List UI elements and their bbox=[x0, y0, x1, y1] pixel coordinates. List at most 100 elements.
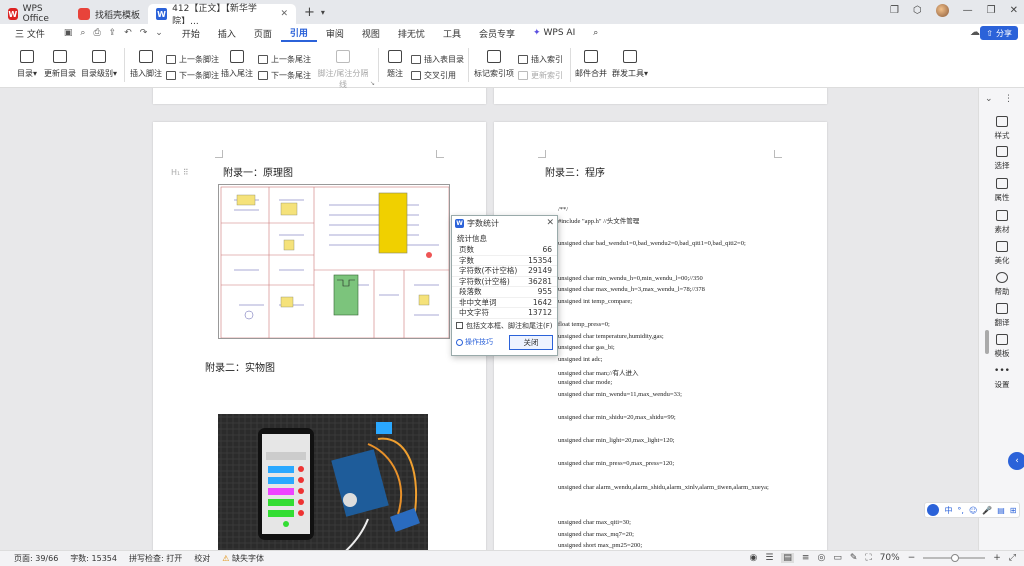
prev-endnote-button[interactable]: 上一条尾注 bbox=[258, 53, 311, 66]
sidebar-item-style[interactable]: 样式 bbox=[979, 116, 1024, 141]
sidebar-item-translate[interactable]: 翻译 bbox=[979, 303, 1024, 328]
redo-icon[interactable]: ↷ bbox=[140, 28, 148, 38]
list-icon[interactable]: ≡ bbox=[802, 553, 810, 563]
expand-icon[interactable]: ↘ bbox=[370, 80, 375, 87]
missing-font-warning[interactable]: ⚠ 缺失字体 bbox=[216, 553, 270, 564]
close-window-icon[interactable]: ✕ bbox=[1010, 5, 1018, 16]
chevron-down-icon[interactable]: ⌄ bbox=[985, 94, 993, 104]
page-indicator[interactable]: 页面: 39/66 bbox=[8, 553, 64, 564]
caption-button[interactable]: 题注 bbox=[384, 42, 406, 79]
print-preview-icon[interactable]: ⌕ bbox=[80, 28, 85, 38]
sidebar-item-settings[interactable]: ••• 设置 bbox=[979, 366, 1024, 390]
zoom-in-icon[interactable]: + bbox=[993, 553, 1001, 563]
sidebar-item-select[interactable]: 选择 bbox=[979, 146, 1024, 171]
sidebar-item-beautify[interactable]: 美化 bbox=[979, 241, 1024, 266]
tab-template[interactable]: 找稻壳模板 bbox=[70, 4, 148, 24]
sidebar-item-material[interactable]: 素材 bbox=[979, 210, 1024, 235]
footnote-separator-button[interactable]: 脚注/尾注分隔线 bbox=[314, 42, 372, 90]
prev-footnote-button[interactable]: 上一条脚注 bbox=[166, 53, 219, 66]
box-icon[interactable]: ⬡ bbox=[913, 5, 922, 16]
ime-punctuation[interactable]: °, bbox=[957, 506, 964, 515]
collapse-panel-button[interactable]: ‹ bbox=[1008, 452, 1024, 470]
page-left[interactable]: H₁ ⠿ 附录一：原理图 附录二：实物图 bbox=[153, 122, 486, 550]
next-footnote-button[interactable]: 下一条脚注 bbox=[166, 69, 219, 82]
share-button[interactable]: ⇧ 分享 bbox=[980, 26, 1018, 40]
scrollbar-thumb[interactable] bbox=[985, 330, 989, 354]
insert-footnote-button[interactable]: 插入脚注 bbox=[130, 42, 162, 79]
menu-tools[interactable]: 工具 bbox=[434, 24, 470, 42]
close-icon[interactable]: ✕ bbox=[280, 9, 288, 19]
ime-logo-icon[interactable] bbox=[927, 504, 940, 516]
toc-level-button[interactable]: 目录级别▾ bbox=[80, 42, 118, 79]
zoom-level[interactable]: 70% bbox=[880, 553, 900, 563]
update-toc-button[interactable]: 更新目录 bbox=[44, 42, 76, 79]
chevron-down-icon[interactable]: ⌄ bbox=[155, 28, 163, 38]
restore-icon[interactable]: ❐ bbox=[987, 5, 996, 16]
file-menu[interactable]: 三 文件 bbox=[6, 24, 54, 42]
page-view-icon[interactable]: ▤ bbox=[781, 553, 794, 563]
menu-view[interactable]: 视图 bbox=[353, 24, 389, 42]
reading-view-icon[interactable]: ▭ bbox=[833, 553, 842, 563]
tips-link[interactable]: 操作技巧 bbox=[456, 337, 493, 347]
eye-icon[interactable]: ◉ bbox=[749, 553, 757, 563]
next-endnote-button[interactable]: 下一条尾注 bbox=[258, 69, 311, 82]
spell-check-toggle[interactable]: 拼写检查: 打开 bbox=[123, 553, 188, 564]
zoom-out-icon[interactable]: − bbox=[908, 553, 916, 563]
menu-home[interactable]: 开始 bbox=[173, 24, 209, 42]
microphone-icon[interactable]: 🎤 bbox=[982, 506, 992, 515]
menu-member[interactable]: 会员专享 bbox=[470, 24, 524, 42]
print-icon[interactable]: ⎙ bbox=[93, 28, 100, 38]
emoji-icon[interactable]: ☺ bbox=[969, 506, 977, 515]
zoom-slider-knob[interactable] bbox=[951, 554, 960, 562]
add-tab-icon[interactable]: + bbox=[304, 5, 315, 20]
close-button[interactable]: 关闭 bbox=[509, 334, 553, 350]
mark-index-button[interactable]: 标记索引项 bbox=[474, 42, 514, 79]
search-icon[interactable]: ⌕ bbox=[584, 24, 607, 42]
toc-button[interactable]: 目录▾ bbox=[14, 42, 40, 79]
minimize-icon[interactable]: — bbox=[963, 5, 973, 16]
menu-wps-ai[interactable]: ✦ WPS AI bbox=[524, 24, 584, 42]
clipboard-icon[interactable]: ▤ bbox=[997, 506, 1005, 515]
insert-index-button[interactable]: 插入索引 bbox=[518, 53, 563, 66]
menu-insert[interactable]: 插入 bbox=[209, 24, 245, 42]
update-index-button[interactable]: 更新索引 bbox=[518, 69, 563, 82]
tab-wps-office[interactable]: W WPS Office bbox=[0, 4, 70, 24]
save-icon[interactable]: ▣ bbox=[64, 28, 73, 38]
tab-document[interactable]: W 412【正文】【新华学院】... ✕ bbox=[148, 4, 296, 27]
sidebar-item-properties[interactable]: 属性 bbox=[979, 178, 1024, 203]
heading-handle-icon[interactable]: H₁ ⠿ bbox=[171, 168, 189, 177]
outline-icon[interactable]: ☰ bbox=[765, 553, 773, 563]
dialog-title-bar[interactable]: W 字数统计 ✕ bbox=[452, 216, 557, 230]
fullscreen-icon[interactable]: ⤢ bbox=[1009, 553, 1016, 563]
export-icon[interactable]: ⇪ bbox=[109, 28, 117, 38]
checkbox-box[interactable] bbox=[456, 322, 463, 329]
cloud-icon[interactable]: ☁ bbox=[970, 27, 980, 38]
menu-typeset[interactable]: 排无忧 bbox=[389, 24, 434, 42]
proofread-button[interactable]: 校对 bbox=[188, 553, 216, 564]
bulk-tools-button[interactable]: 群发工具▾ bbox=[610, 42, 650, 79]
web-view-icon[interactable]: ◎ bbox=[817, 553, 825, 563]
include-textbox-checkbox[interactable]: 包括文本框、脚注和尾注(F) bbox=[452, 319, 557, 333]
ime-chinese[interactable]: 中 bbox=[944, 505, 952, 516]
insert-table-toc-button[interactable]: 插入表目录 bbox=[411, 53, 464, 66]
mail-merge-button[interactable]: 邮件合并 bbox=[575, 42, 607, 79]
prev-footnote-icon bbox=[166, 55, 176, 64]
window-icon[interactable]: ❐ bbox=[890, 5, 899, 16]
wps-logo-icon: W bbox=[8, 8, 18, 20]
menu-page[interactable]: 页面 bbox=[245, 24, 281, 42]
avatar[interactable] bbox=[935, 4, 949, 17]
menu-references[interactable]: 引用 bbox=[280, 24, 317, 42]
grid-icon[interactable]: ⊞ bbox=[1010, 506, 1017, 515]
undo-icon[interactable]: ↶ bbox=[124, 28, 132, 38]
insert-endnote-button[interactable]: 插入尾注 bbox=[221, 42, 253, 79]
sidebar-item-help[interactable]: 帮助 bbox=[979, 272, 1024, 297]
menu-review[interactable]: 审阅 bbox=[317, 24, 353, 42]
pen-icon[interactable]: ✎ bbox=[850, 553, 858, 563]
cross-ref-button[interactable]: 交叉引用 bbox=[411, 69, 456, 82]
zoom-slider[interactable] bbox=[923, 554, 986, 562]
fit-width-icon[interactable]: ⛶ bbox=[865, 553, 871, 563]
chevron-down-icon[interactable]: ▾ bbox=[321, 8, 325, 17]
close-icon[interactable]: ✕ bbox=[546, 218, 554, 228]
more-icon[interactable]: ⋮ bbox=[1004, 94, 1013, 104]
word-count-indicator[interactable]: 字数: 15354 bbox=[64, 553, 123, 564]
